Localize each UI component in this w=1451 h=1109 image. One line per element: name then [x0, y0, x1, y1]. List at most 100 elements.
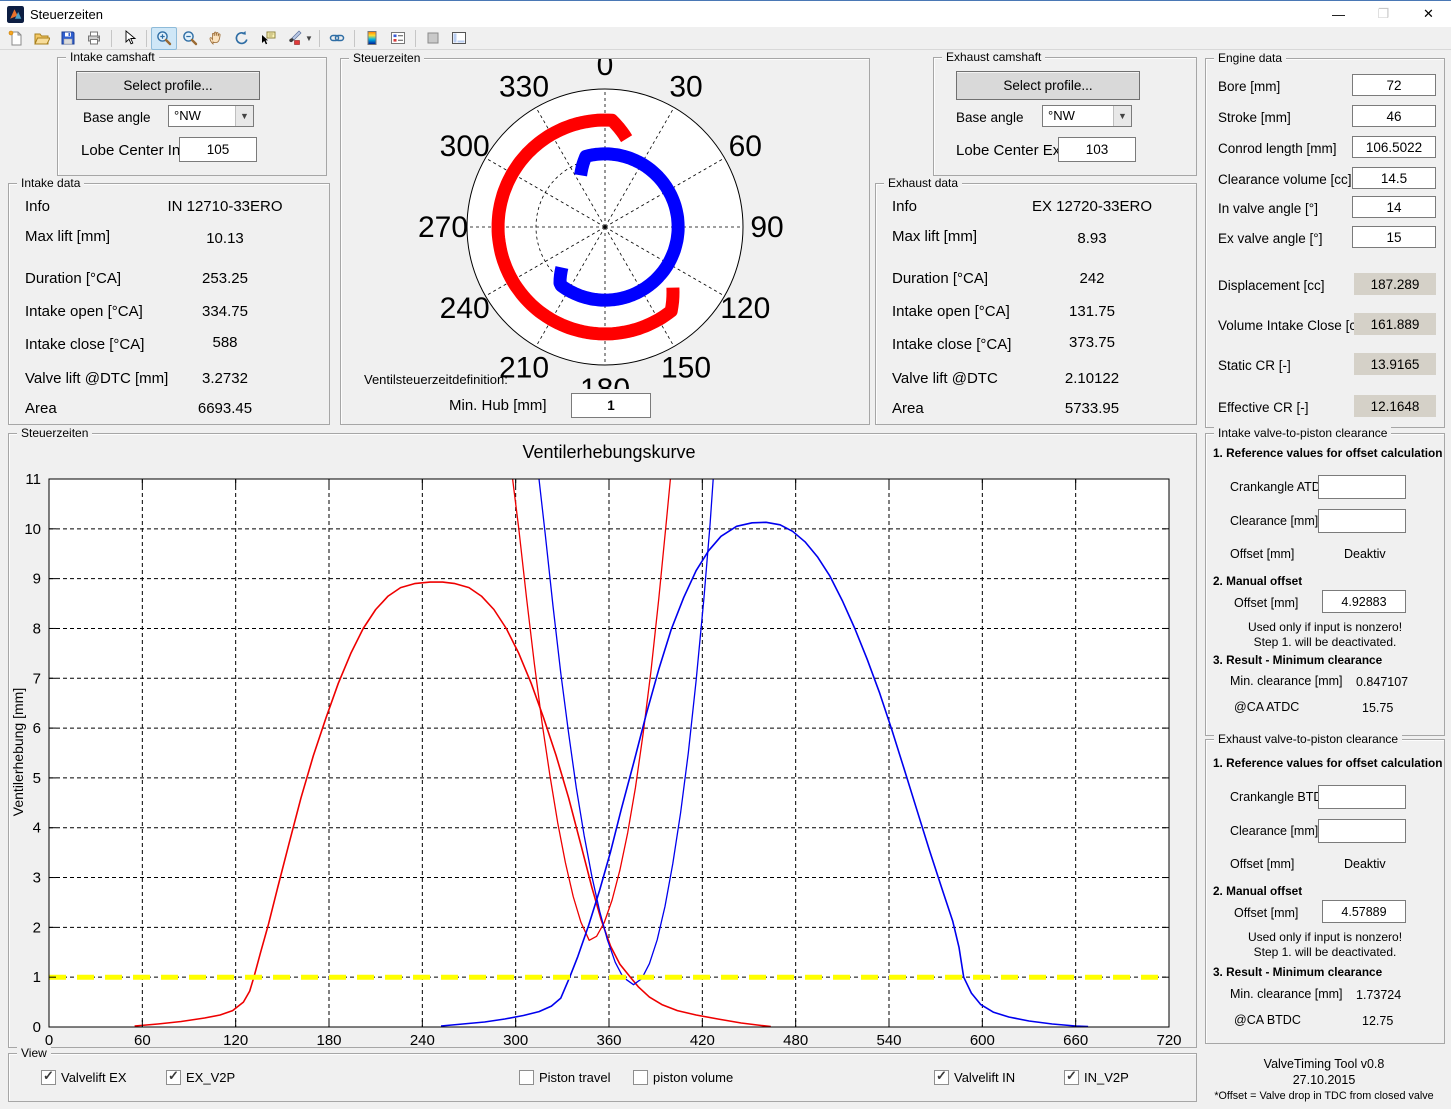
x-tick-label: 180 — [316, 1032, 341, 1047]
stroke-input[interactable] — [1352, 105, 1436, 127]
zoom-out-button[interactable] — [177, 27, 203, 50]
ex-valve-angle-input[interactable] — [1352, 226, 1436, 248]
intake-close-value: 588 — [139, 334, 311, 351]
exhaust-offset-label: Offset [mm] — [1230, 857, 1294, 871]
intake-base-angle-label: Base angle — [83, 110, 151, 125]
check-icon: ✓ — [43, 1068, 54, 1084]
intake-note1: Used only if input is nonzero! — [1206, 620, 1444, 634]
exhaust-clearance-panel: Exhaust valve-to-piston clearance 1. Ref… — [1205, 739, 1445, 1044]
exhaust-select-profile-button[interactable]: Select profile... — [956, 71, 1140, 100]
checkbox-label: EX_V2P — [186, 1070, 235, 1085]
intake-crankangle-input[interactable] — [1318, 475, 1406, 499]
data-cursor-button[interactable] — [255, 27, 281, 50]
exhaust-valve-lift-tdc-label: Valve lift @DTC — [892, 370, 998, 387]
edit-plot-button[interactable] — [116, 27, 142, 50]
exhaust-base-angle-dropdown[interactable]: °NW ▼ — [1042, 105, 1132, 127]
intake-camshaft-panel-title: Intake camshaft — [66, 50, 159, 64]
hide-plot-tools-button[interactable] — [420, 27, 446, 50]
effective-cr-label: Effective CR [-] — [1218, 400, 1309, 415]
exhaust-max-lift-value: 8.93 — [1006, 230, 1178, 247]
intake-ref-clearance-label: Clearance [mm] — [1230, 514, 1318, 528]
y-tick-label: 6 — [33, 720, 41, 737]
polar-angle-label: 90 — [750, 211, 783, 244]
exhaust-crankangle-input[interactable] — [1318, 785, 1406, 809]
intake-valve-lift-tdc-value: 3.2732 — [139, 370, 311, 387]
toolbar-separator — [146, 30, 147, 47]
exhaust-camshaft-panel-title: Exhaust camshaft — [942, 50, 1045, 64]
insert-legend-button[interactable] — [385, 27, 411, 50]
maximize-button[interactable]: ❐ — [1361, 1, 1406, 27]
toolbar-separator — [354, 30, 355, 47]
checkbox-in-v2p[interactable]: ✓ IN_V2P — [1064, 1070, 1129, 1085]
clearance-volume-input[interactable] — [1352, 167, 1436, 189]
intake-note2: Step 1. will be deactivated. — [1206, 635, 1444, 649]
show-plot-tools-button[interactable] — [446, 27, 472, 50]
intake-select-profile-button[interactable]: Select profile... — [76, 71, 260, 100]
x-tick-label: 360 — [596, 1032, 621, 1047]
checkbox-ex-v2p[interactable]: ✓ EX_V2P — [166, 1070, 235, 1085]
checkbox-piston-travel[interactable]: ✓ Piston travel — [519, 1070, 611, 1085]
y-tick-label: 4 — [33, 820, 41, 837]
exhaust-ref-clearance-input[interactable] — [1318, 819, 1406, 843]
polar-angle-label: 330 — [499, 71, 549, 104]
checkbox-valvelift-ex[interactable]: ✓ Valvelift EX — [41, 1070, 127, 1085]
new-figure-button[interactable] — [3, 27, 29, 50]
exhaust-open-value: 131.75 — [1006, 303, 1178, 320]
intake-base-angle-value: °NW — [174, 108, 201, 123]
y-tick-label: 1 — [33, 969, 41, 986]
checkbox-label: IN_V2P — [1084, 1070, 1129, 1085]
open-file-button[interactable] — [29, 27, 55, 50]
close-button[interactable]: ✕ — [1406, 1, 1451, 27]
intake-manual-offset-input[interactable] — [1322, 590, 1406, 613]
bore-input[interactable] — [1352, 74, 1436, 96]
in-valve-angle-input[interactable] — [1352, 196, 1436, 218]
print-button[interactable] — [81, 27, 107, 50]
exhaust-clearance-section1: 1. Reference values for offset calculati… — [1213, 756, 1442, 770]
rotate-3d-button[interactable] — [229, 27, 255, 50]
minimize-button[interactable]: — — [1316, 1, 1361, 27]
intake-ref-clearance-input[interactable] — [1318, 509, 1406, 533]
intake-lobe-center-input[interactable] — [179, 137, 257, 162]
volume-intake-close-label: Volume Intake Close [cc] — [1218, 318, 1367, 333]
conrod-length-label: Conrod length [mm] — [1218, 141, 1337, 156]
y-tick-label: 8 — [33, 620, 41, 637]
open-folder-icon — [34, 30, 50, 46]
intake-base-angle-dropdown[interactable]: °NW ▼ — [168, 105, 254, 127]
checkbox-label: Piston travel — [539, 1070, 611, 1085]
brush-dropdown-caret[interactable]: ▼ — [305, 34, 313, 43]
exhaust-note1: Used only if input is nonzero! — [1206, 930, 1444, 944]
link-plot-button[interactable] — [324, 27, 350, 50]
brush-button[interactable] — [281, 27, 307, 50]
conrod-length-input[interactable] — [1352, 136, 1436, 158]
intake-open-value: 334.75 — [139, 303, 311, 320]
exhaust-data-panel: Exhaust data Info EX 12720-33ERO Max lif… — [875, 183, 1197, 425]
x-tick-label: 660 — [1063, 1032, 1088, 1047]
pan-button[interactable] — [203, 27, 229, 50]
intake-clearance-section1: 1. Reference values for offset calculati… — [1213, 446, 1442, 460]
checkbox-valvelift-in[interactable]: ✓ Valvelift IN — [934, 1070, 1015, 1085]
exhaust-duration-value: 242 — [1006, 270, 1178, 287]
polar-angle-label: 180 — [580, 373, 630, 389]
exhaust-lobe-center-input[interactable] — [1058, 137, 1136, 162]
chevron-down-icon: ▼ — [235, 106, 253, 126]
intake-close-label: Intake close [°CA] — [25, 336, 144, 353]
insert-colorbar-button[interactable] — [359, 27, 385, 50]
zoom-in-button[interactable] — [151, 27, 177, 50]
offset-note: *Offset = Valve drop in TDC from closed … — [1205, 1090, 1443, 1102]
x-tick-label: 420 — [690, 1032, 715, 1047]
intake-crankangle-label: Crankangle ATDC — [1230, 480, 1330, 494]
intake-min-clearance-label: Min. clearance [mm] — [1230, 674, 1343, 688]
checkbox-piston-volume[interactable]: ✓ piston volume — [633, 1070, 733, 1085]
x-tick-label: 0 — [45, 1032, 53, 1047]
exhaust-base-angle-label: Base angle — [956, 110, 1024, 125]
save-figure-button[interactable] — [55, 27, 81, 50]
exhaust-area-value: 5733.95 — [1006, 400, 1178, 417]
min-hub-input[interactable] — [571, 393, 651, 418]
checkbox-box: ✓ — [166, 1070, 181, 1085]
intake-max-lift-value: 10.13 — [139, 230, 311, 247]
exhaust-clearance-section2: 2. Manual offset — [1213, 884, 1302, 898]
displacement-label: Displacement [cc] — [1218, 278, 1325, 293]
arrow-cursor-icon — [121, 30, 137, 46]
exhaust-manual-offset-input[interactable] — [1322, 900, 1406, 923]
brush-icon — [286, 30, 302, 46]
